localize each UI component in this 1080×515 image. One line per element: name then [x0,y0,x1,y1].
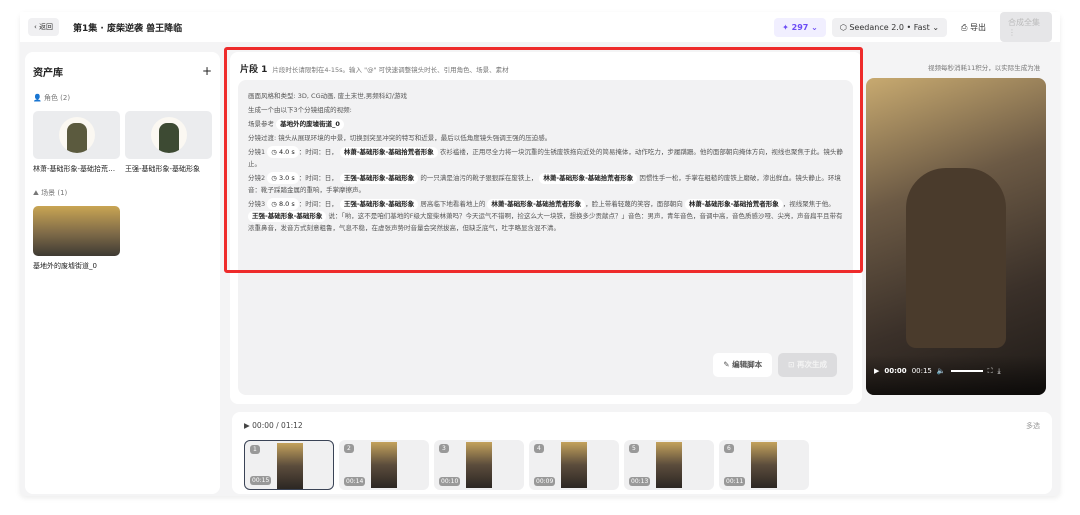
clip-number: 1 [250,445,260,454]
role-name: 林萧-基础形象-基础拾荒者... [33,165,120,173]
timeline: ▶ 00:00 / 01:12 多选 1 00:15 2 00:14 3 00:10 4 00… [232,412,1052,494]
role-card[interactable]: 王强-基础形象-基础形象 [125,111,212,174]
asset-library-title: 资产库 [33,68,63,79]
export-button[interactable]: ⎙ 导出 [953,16,994,38]
edit-script-button[interactable]: ✎ 编辑脚本 [713,353,773,377]
asset-library: 资产库 + 👤 角色 (2) 林萧-基础形象-基础拾荒者... 王强-基础形象-基… [25,52,220,494]
clip-thumbnail[interactable]: 2 00:14 [339,440,429,490]
mountain-icon: ⛰ [33,189,42,197]
clip-number: 6 [724,444,734,453]
clip-duration: 00:15 [250,476,272,485]
clip-number: 2 [344,444,354,453]
clip-thumbnail[interactable]: 3 00:10 [434,440,524,490]
clip-number: 5 [629,444,639,453]
play-icon[interactable]: ▶ [874,367,879,375]
highlight-box [224,47,863,273]
regenerate-button[interactable]: ⊡ 再次生成 [778,353,837,377]
clip-image [277,443,303,489]
scenes-label: 场景 (1) [41,189,68,197]
download-icon[interactable]: ⤓ [998,367,1001,376]
multi-select-button[interactable]: 多选 [1026,421,1040,431]
clip-number: 4 [534,444,544,453]
role-name: 王强-基础形象-基础形象 [125,165,201,173]
clip-duration: 00:11 [724,477,746,486]
total-time: 00:15 [911,367,932,375]
clip-thumbnail[interactable]: 6 00:11 [719,440,809,490]
episode-title: 第1集 · 废柴逆袭 兽王降临 [73,23,183,34]
clip-thumbnail[interactable]: 4 00:09 [529,440,619,490]
clip-image [561,442,587,488]
clip-duration: 00:14 [344,477,366,486]
back-button[interactable]: ‹ 返回 [28,18,60,36]
video-player[interactable]: ▶ 00:00 00:15 🔈 ⛶ ⤓ [866,78,1046,395]
volume-icon[interactable]: 🔈 [937,367,946,375]
clip-image [656,442,682,488]
clip-image [371,442,397,488]
clip-duration: 00:13 [629,477,651,486]
clip-thumbnail[interactable]: 5 00:13 [624,440,714,490]
clip-image [466,442,492,488]
role-image [66,123,87,153]
add-asset-button[interactable]: + [202,64,212,79]
role-card[interactable]: 林萧-基础形象-基础拾荒者... [33,111,120,174]
compose-all-button[interactable]: 合成全集 ⋮ [1000,12,1052,42]
clip-image [751,442,777,488]
timeline-time[interactable]: ▶ 00:00 / 01:12 [244,421,303,430]
current-time: 00:00 [884,367,907,375]
clip-thumbnail[interactable]: 1 00:15 [244,440,334,490]
video-controls: ▶ 00:00 00:15 🔈 ⛶ ⤓ [866,355,1046,395]
scene-image [33,206,120,256]
clip-duration: 00:10 [439,477,461,486]
clip-duration: 00:09 [534,477,556,486]
fullscreen-icon[interactable]: ⛶ [988,367,993,376]
roles-label: 角色 (2) [43,94,71,102]
volume-slider[interactable] [950,370,983,372]
role-image [158,123,179,153]
clip-number: 3 [439,444,449,453]
video-frame-figure [906,168,1006,348]
scene-name: 基地外的废墟街道_0 [33,262,97,270]
model-select[interactable]: ⬡ Seedance 2.0 • Fast ⌄ [831,17,948,37]
scene-card[interactable]: 基地外的废墟街道_0 [33,206,120,271]
cost-note: 视频每秒消耗11积分，以实际生成为准 [928,64,1041,72]
top-bar: ‹ 返回 第1集 · 废柴逆袭 兽王降临 ✦ 297 ⌄ ⬡ Seedance … [20,12,1060,42]
person-icon: 👤 [33,94,44,102]
credits-button[interactable]: ✦ 297 ⌄ [774,17,826,37]
